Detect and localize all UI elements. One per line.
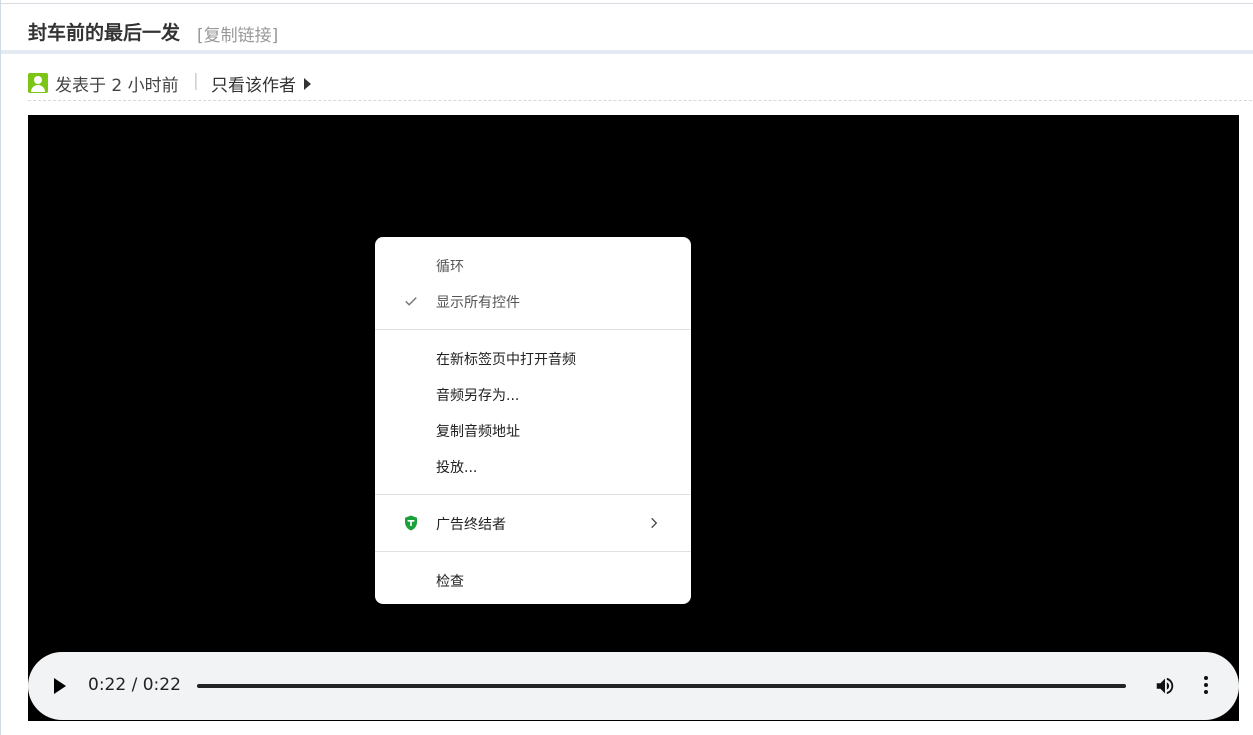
menu-item-cast[interactable]: 投放... [375,448,691,484]
only-author-label: 只看该作者 [211,76,296,96]
checkmark-icon [405,297,417,306]
menu-divider [375,329,691,330]
context-menu: 循环 显示所有控件 在新标签页中打开音频 音频另存为... 复制音频地址 投放.… [375,237,691,604]
triangle-right-icon [304,78,311,90]
time-display: 0:22 / 0:22 [88,675,181,695]
copy-link-button[interactable]: [复制链接] [197,21,278,46]
post-title-bar: 封车前的最后一发 [复制链接] [1,4,1253,54]
media-controls: 0:22 / 0:22 [28,652,1239,720]
adblock-shield-icon [405,515,417,531]
progress-bar[interactable] [197,684,1126,688]
meta-separator: | [193,71,199,91]
post-meta: 发表于 2 小时前 | 只看该作者 [28,66,1252,101]
user-avatar-icon [28,73,48,93]
chevron-right-icon [651,517,658,529]
post-title: 封车前的最后一发 [28,22,181,44]
menu-item-save-audio-as[interactable]: 音频另存为... [375,376,691,412]
menu-item-inspect[interactable]: 检查 [375,562,691,598]
menu-item-loop[interactable]: 循环 [375,247,691,283]
menu-item-copy-audio-address[interactable]: 复制音频地址 [375,412,691,448]
posted-time: 发表于 2 小时前 [55,76,179,96]
menu-item-open-audio-new-tab[interactable]: 在新标签页中打开音频 [375,340,691,376]
page: 封车前的最后一发 [复制链接] 发表于 2 小时前 | 只看该作者 0:22 /… [0,0,1253,735]
menu-divider [375,494,691,495]
only-author-link[interactable]: 只看该作者 [211,71,311,96]
menu-item-show-all-controls[interactable]: 显示所有控件 [375,283,691,319]
volume-icon[interactable] [1154,675,1176,697]
menu-item-adblock[interactable]: 广告终结者 [375,505,691,541]
play-icon[interactable] [54,678,66,694]
menu-divider [375,551,691,552]
more-vert-icon[interactable] [1200,674,1212,698]
